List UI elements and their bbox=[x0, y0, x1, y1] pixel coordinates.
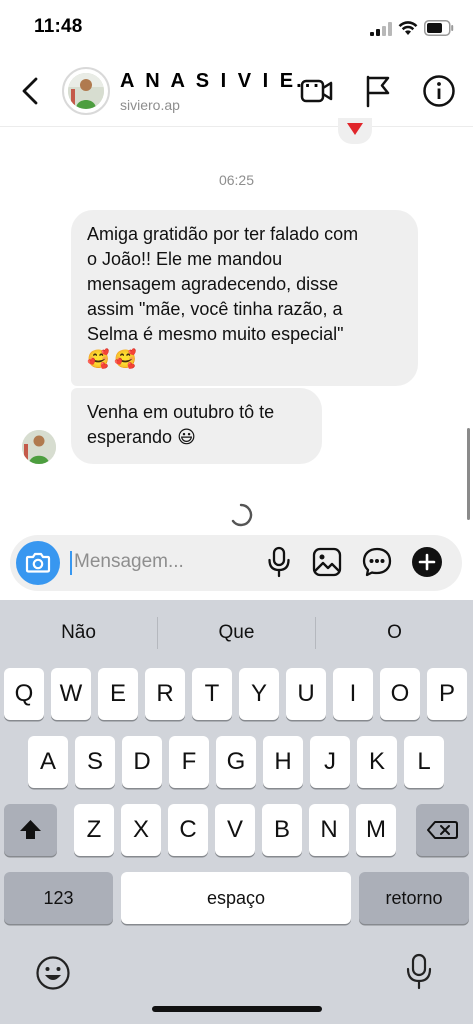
numbers-key[interactable]: 123 bbox=[4, 872, 113, 924]
info-icon[interactable] bbox=[422, 74, 456, 108]
video-call-icon[interactable] bbox=[300, 76, 334, 106]
heart-reaction[interactable] bbox=[338, 118, 372, 144]
backspace-icon bbox=[427, 821, 458, 839]
suggestion-1[interactable]: Não bbox=[0, 612, 157, 654]
message-bubble[interactable]: Amiga gratidão por ter falado com o João… bbox=[71, 210, 418, 386]
back-chevron-icon[interactable] bbox=[18, 76, 44, 106]
key-h[interactable]: H bbox=[263, 736, 303, 788]
message-input[interactable] bbox=[74, 548, 254, 576]
flag-icon[interactable] bbox=[364, 74, 392, 108]
space-key[interactable]: espaço bbox=[121, 872, 351, 924]
text-cursor bbox=[70, 551, 72, 575]
avatar-photo-icon bbox=[22, 430, 56, 464]
message-timestamp: 06:25 bbox=[218, 172, 255, 188]
message-bubble[interactable]: Venha em outubro tô te esperando 😃 bbox=[71, 388, 322, 464]
microphone-icon[interactable] bbox=[266, 546, 292, 578]
key-q[interactable]: Q bbox=[4, 668, 44, 720]
message-line: Venha em outubro tô te bbox=[87, 402, 275, 422]
plus-icon[interactable] bbox=[411, 546, 443, 578]
return-key[interactable]: retorno bbox=[359, 872, 469, 924]
key-g[interactable]: G bbox=[216, 736, 256, 788]
key-n[interactable]: N bbox=[309, 804, 349, 856]
battery-icon bbox=[424, 20, 454, 36]
heart-icon bbox=[347, 123, 363, 135]
message-line: Amiga gratidão por ter falado com bbox=[87, 224, 359, 244]
key-j[interactable]: J bbox=[310, 736, 350, 788]
key-b[interactable]: B bbox=[262, 804, 302, 856]
key-r[interactable]: R bbox=[145, 668, 185, 720]
contact-name[interactable]: A N A S I V I E... bbox=[120, 70, 322, 93]
key-t[interactable]: T bbox=[192, 668, 232, 720]
dictation-microphone-icon[interactable] bbox=[404, 952, 434, 992]
key-s[interactable]: S bbox=[75, 736, 115, 788]
backspace-key[interactable] bbox=[416, 804, 469, 856]
avatar-photo-icon bbox=[68, 73, 104, 109]
suggestion-3[interactable]: O bbox=[316, 612, 473, 654]
contact-username[interactable]: siviero.ap bbox=[120, 97, 180, 113]
key-m[interactable]: M bbox=[356, 804, 396, 856]
key-a[interactable]: A bbox=[28, 736, 68, 788]
emoji-icon[interactable] bbox=[34, 954, 72, 992]
sticker-icon[interactable] bbox=[362, 547, 392, 577]
header-divider bbox=[0, 126, 473, 127]
message-line: Selma é mesmo muito especial" bbox=[87, 324, 344, 344]
key-u[interactable]: U bbox=[286, 668, 326, 720]
key-w[interactable]: W bbox=[51, 668, 91, 720]
status-time: 11:48 bbox=[34, 16, 83, 37]
cellular-signal-icon bbox=[370, 22, 392, 36]
key-k[interactable]: K bbox=[357, 736, 397, 788]
key-e[interactable]: E bbox=[98, 668, 138, 720]
contact-avatar[interactable] bbox=[62, 67, 110, 115]
chat-scrollbar[interactable] bbox=[467, 428, 470, 520]
key-y[interactable]: Y bbox=[239, 668, 279, 720]
key-c[interactable]: C bbox=[168, 804, 208, 856]
gallery-icon[interactable] bbox=[312, 547, 342, 577]
home-indicator[interactable] bbox=[152, 1006, 322, 1012]
shift-key[interactable] bbox=[4, 804, 57, 856]
sender-avatar[interactable] bbox=[22, 430, 56, 464]
key-l[interactable]: L bbox=[404, 736, 444, 788]
key-o[interactable]: O bbox=[380, 668, 420, 720]
loading-spinner-icon bbox=[231, 503, 253, 527]
wifi-icon bbox=[398, 21, 418, 35]
suggestion-2[interactable]: Que bbox=[158, 612, 315, 654]
shift-arrow-icon bbox=[20, 820, 41, 839]
camera-button[interactable] bbox=[16, 541, 60, 585]
key-f[interactable]: F bbox=[169, 736, 209, 788]
message-line: mensagem agradecendo, disse bbox=[87, 274, 339, 294]
message-line: assim "mãe, você tinha razão, a bbox=[87, 299, 343, 319]
key-d[interactable]: D bbox=[122, 736, 162, 788]
camera-icon bbox=[25, 552, 51, 573]
message-line: 🥰 🥰 bbox=[87, 349, 137, 369]
key-p[interactable]: P bbox=[427, 668, 467, 720]
key-i[interactable]: I bbox=[333, 668, 373, 720]
key-z[interactable]: Z bbox=[74, 804, 114, 856]
key-v[interactable]: V bbox=[215, 804, 255, 856]
message-line: o João!! Ele me mandou bbox=[87, 249, 283, 269]
key-x[interactable]: X bbox=[121, 804, 161, 856]
message-line: esperando 😃 bbox=[87, 427, 196, 447]
